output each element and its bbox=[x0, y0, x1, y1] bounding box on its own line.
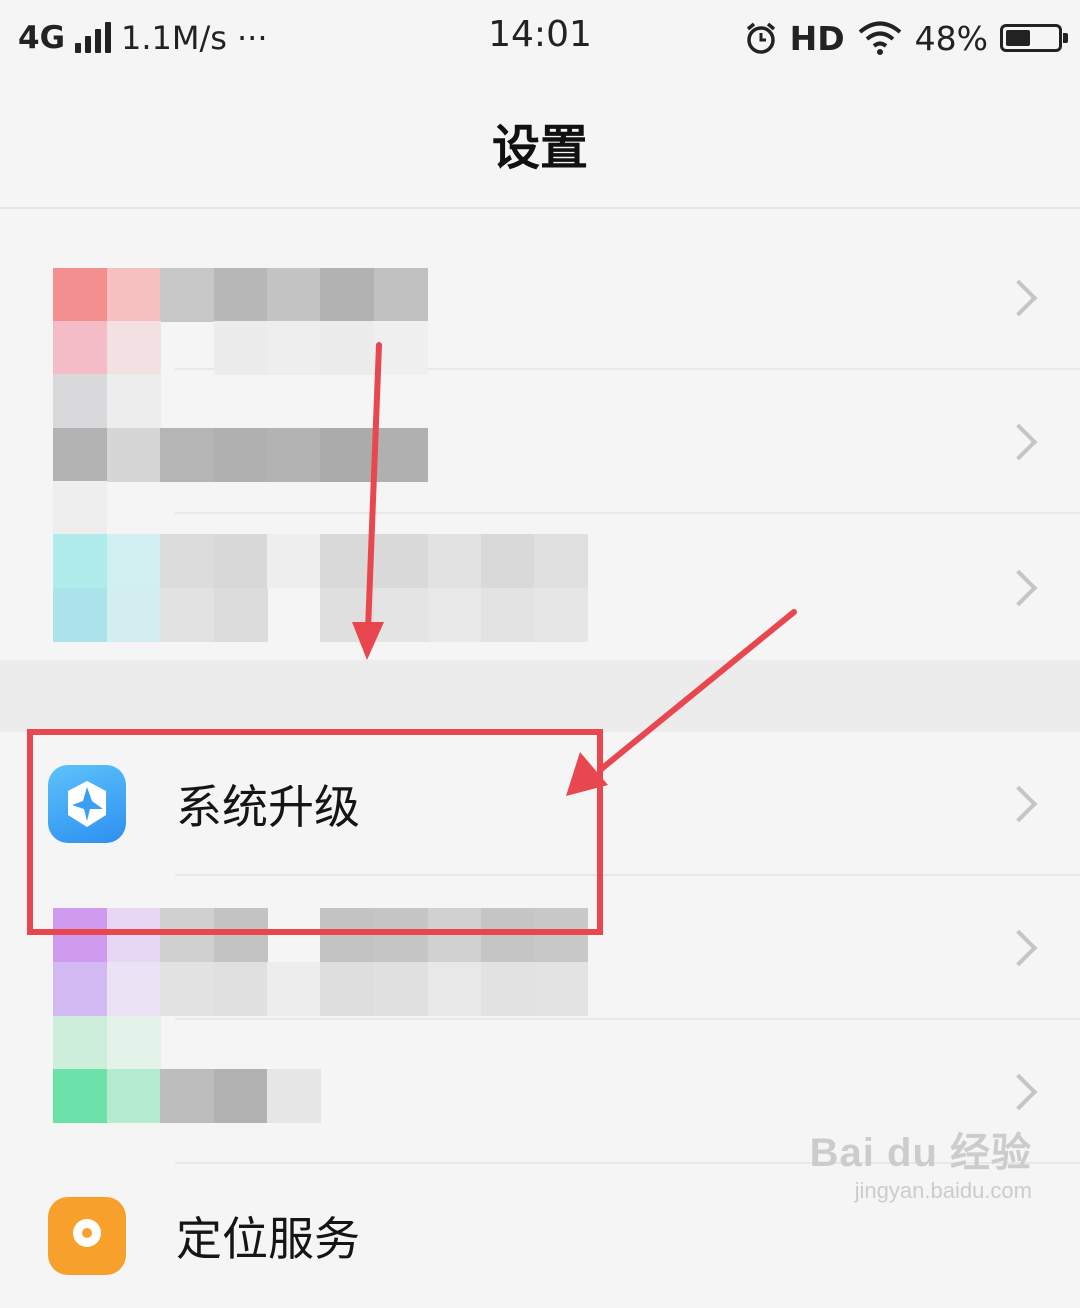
obscured-pixel-block bbox=[107, 374, 161, 428]
obscured-pixel-block bbox=[214, 534, 268, 588]
obscured-pixel-block bbox=[320, 588, 374, 642]
obscured-pixel-block bbox=[53, 428, 107, 482]
obscured-pixel-block bbox=[320, 428, 374, 482]
obscured-pixel-block bbox=[428, 534, 482, 588]
hd-indicator: HD bbox=[789, 18, 845, 58]
obscured-pixel-block bbox=[53, 268, 107, 322]
obscured-pixel-block bbox=[267, 962, 321, 1016]
obscured-pixel-block bbox=[53, 962, 107, 1016]
page-title: 设置 bbox=[491, 120, 588, 176]
chevron-right-icon bbox=[1000, 279, 1038, 317]
obscured-pixel-block bbox=[160, 962, 214, 1016]
obscured-pixel-block bbox=[534, 588, 588, 642]
obscured-pixel-block bbox=[267, 321, 321, 375]
obscured-pixel-block bbox=[107, 428, 161, 482]
obscured-pixel-block bbox=[160, 908, 214, 962]
chevron-right-icon bbox=[1000, 569, 1038, 607]
obscured-pixel-block bbox=[107, 268, 161, 322]
battery-level bbox=[1006, 30, 1030, 46]
watermark: Bai du 经验 jingyan.baidu.com bbox=[810, 1120, 1032, 1204]
obscured-pixel-block bbox=[481, 962, 535, 1016]
obscured-pixel-block bbox=[53, 374, 107, 428]
obscured-pixel-block bbox=[214, 962, 268, 1016]
system-update-label: 系统升级 bbox=[176, 780, 360, 834]
location-service-label: 定位服务 bbox=[176, 1212, 360, 1266]
obscured-pixel-block bbox=[428, 588, 482, 642]
obscured-pixel-block bbox=[107, 1016, 161, 1070]
obscured-pixel-block bbox=[214, 588, 268, 642]
obscured-pixel-block bbox=[481, 588, 535, 642]
obscured-pixel-block bbox=[481, 908, 535, 962]
obscured-pixel-block bbox=[428, 962, 482, 1016]
obscured-pixel-block bbox=[428, 908, 482, 962]
obscured-pixel-block bbox=[320, 908, 374, 962]
obscured-pixel-block bbox=[107, 1069, 161, 1123]
obscured-pixel-block bbox=[53, 1016, 107, 1070]
chevron-right-icon bbox=[1000, 1073, 1038, 1111]
watermark-logo: Bai du 经验 bbox=[809, 1131, 1032, 1175]
obscured-pixel-block bbox=[214, 321, 268, 375]
obscured-pixel-block bbox=[160, 428, 214, 482]
obscured-pixel-block bbox=[534, 534, 588, 588]
watermark-url: jingyan.baidu.com bbox=[854, 1178, 1032, 1203]
obscured-pixel-block bbox=[320, 534, 374, 588]
obscured-pixel-block bbox=[214, 268, 268, 322]
battery-icon bbox=[1000, 24, 1068, 52]
obscured-pixel-block bbox=[53, 534, 107, 588]
system-update-row[interactable]: 系统升级 bbox=[0, 732, 1080, 876]
row-divider bbox=[175, 512, 1080, 514]
obscured-pixel-block bbox=[160, 1069, 214, 1123]
header: 设置 bbox=[0, 80, 1080, 208]
obscured-pixel-block bbox=[214, 428, 268, 482]
obscured-pixel-block bbox=[374, 908, 428, 962]
obscured-pixel-block bbox=[53, 1069, 107, 1123]
obscured-pixel-block bbox=[320, 321, 374, 375]
obscured-pixel-block bbox=[374, 534, 428, 588]
obscured-pixel-block bbox=[214, 908, 268, 962]
obscured-pixel-block bbox=[160, 534, 214, 588]
obscured-pixel-block bbox=[160, 268, 214, 322]
section-divider bbox=[0, 660, 1080, 732]
header-divider bbox=[0, 207, 1080, 209]
obscured-pixel-block bbox=[267, 534, 321, 588]
obscured-pixel-block bbox=[53, 908, 107, 962]
obscured-pixel-block bbox=[374, 588, 428, 642]
obscured-pixel-block bbox=[107, 534, 161, 588]
obscured-pixel-block bbox=[374, 268, 428, 322]
obscured-pixel-block bbox=[53, 481, 107, 535]
obscured-pixel-block bbox=[320, 962, 374, 1016]
obscured-pixel-block bbox=[267, 1069, 321, 1123]
alarm-icon bbox=[746, 22, 775, 54]
chevron-right-icon bbox=[1000, 785, 1038, 823]
wifi-icon bbox=[858, 21, 901, 55]
location-icon bbox=[48, 1197, 126, 1275]
obscured-pixel-block bbox=[214, 1069, 268, 1123]
obscured-pixel-block bbox=[160, 588, 214, 642]
status-right: HD 48% bbox=[744, 14, 1068, 62]
obscured-pixel-block bbox=[374, 428, 428, 482]
obscured-pixel-block bbox=[107, 321, 161, 375]
obscured-pixel-block bbox=[374, 962, 428, 1016]
obscured-pixel-block bbox=[107, 588, 161, 642]
obscured-pixel-block bbox=[107, 962, 161, 1016]
obscured-pixel-block bbox=[481, 534, 535, 588]
obscured-pixel-block bbox=[53, 321, 107, 375]
status-bar: 4G 1.1M/s ··· 14:01 HD 48% bbox=[0, 0, 1080, 80]
obscured-pixel-block bbox=[107, 908, 161, 962]
obscured-pixel-block bbox=[534, 962, 588, 1016]
obscured-pixel-block bbox=[374, 321, 428, 375]
obscured-pixel-block bbox=[320, 268, 374, 322]
obscured-pixel-block bbox=[267, 268, 321, 322]
obscured-pixel-block bbox=[267, 428, 321, 482]
battery-percent: 48% bbox=[914, 18, 988, 58]
chevron-right-icon bbox=[1000, 929, 1038, 967]
system-update-icon bbox=[48, 765, 126, 843]
chevron-right-icon bbox=[1000, 423, 1038, 461]
obscured-pixel-block bbox=[53, 588, 107, 642]
obscured-pixel-block bbox=[534, 908, 588, 962]
